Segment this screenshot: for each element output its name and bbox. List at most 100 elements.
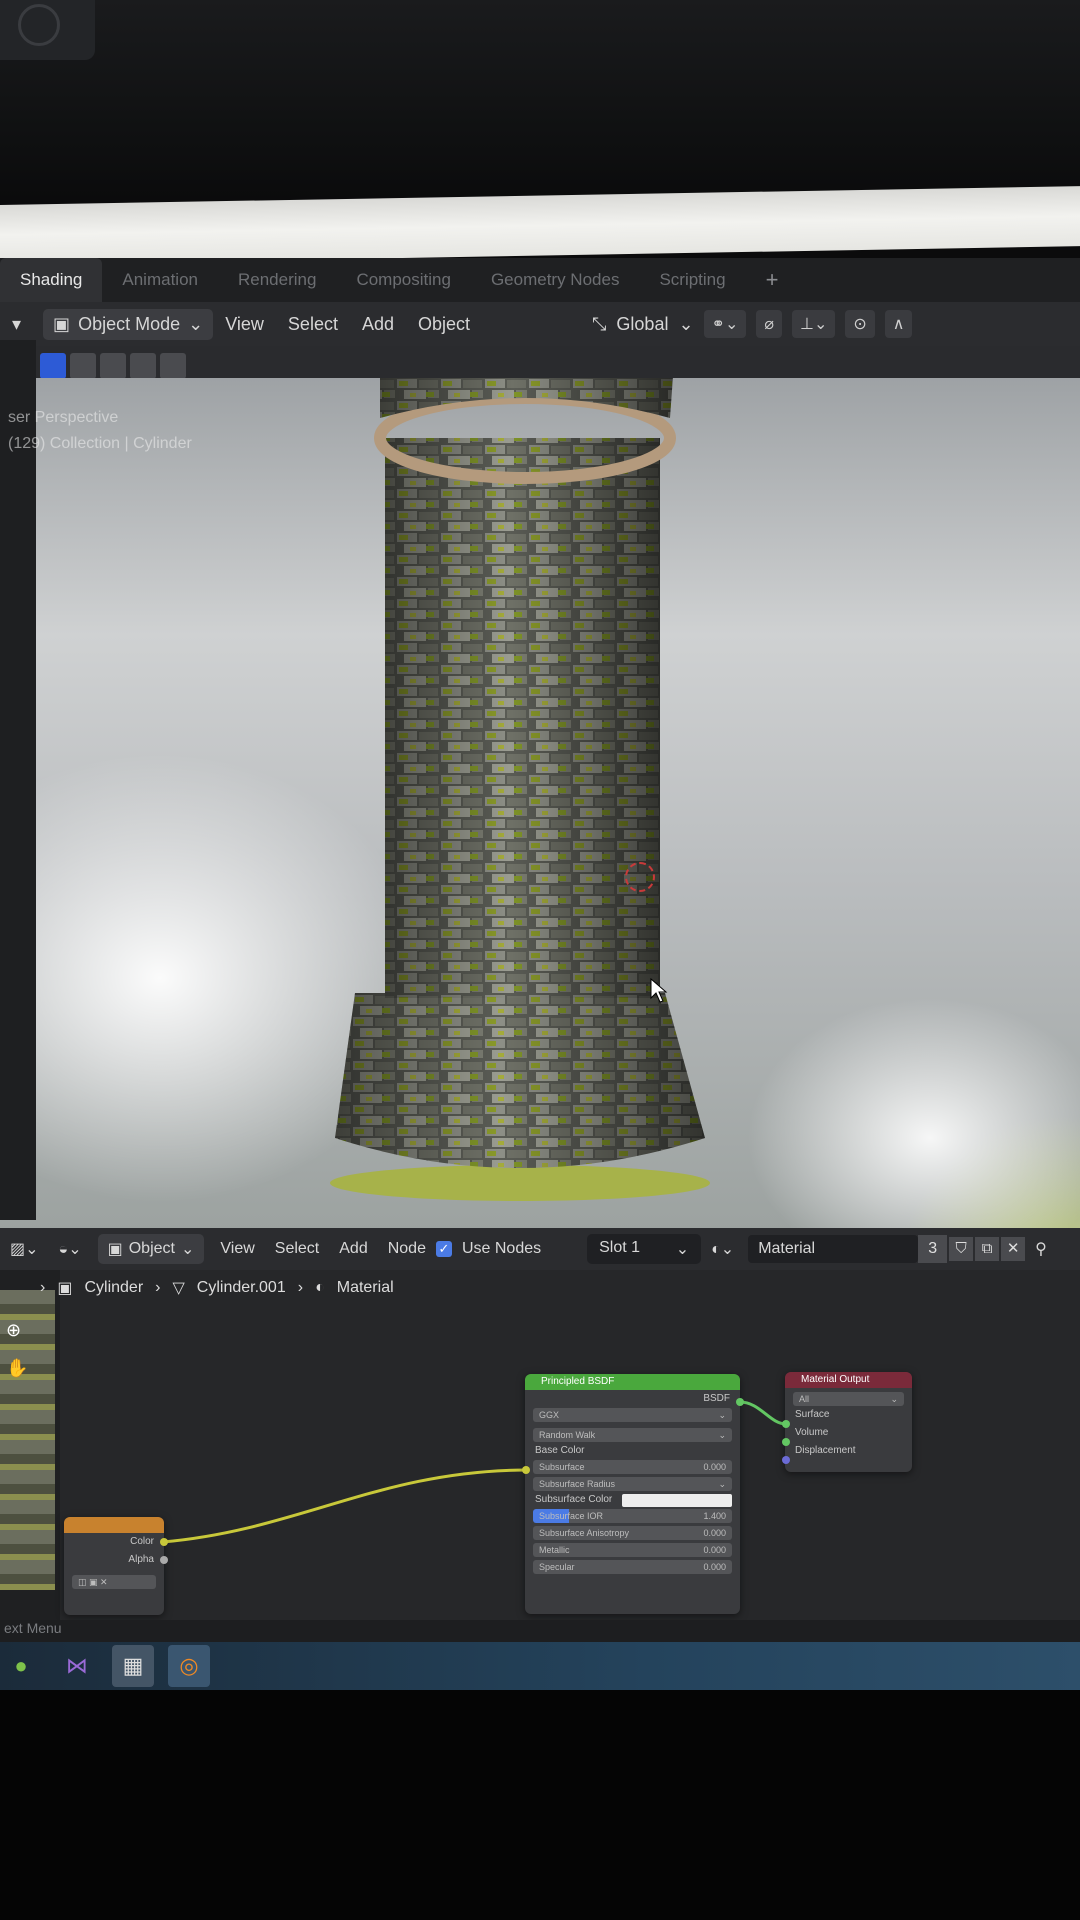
file-explorer-icon[interactable]: ▦	[112, 1645, 154, 1687]
object-mode-dropdown[interactable]: ▣ Object Mode ⌄	[43, 308, 214, 340]
object-shader-dropdown[interactable]: ▣ Object ⌄	[97, 1234, 205, 1264]
tab-rendering[interactable]: Rendering	[218, 258, 336, 302]
app-icon-green[interactable]: ●	[0, 1645, 42, 1687]
collection-info-text: (129) Collection | Cylinder	[8, 435, 192, 452]
menu-view[interactable]: View	[210, 1240, 264, 1258]
socket-volume-in[interactable]	[782, 1438, 790, 1446]
input-subsurface-ior[interactable]: Subsurface IOR 1.400	[533, 1509, 732, 1523]
3d-cursor-icon[interactable]	[625, 862, 655, 892]
input-base-color[interactable]: Base Color	[525, 1442, 740, 1460]
select-intersect-icon[interactable]	[160, 353, 186, 379]
menu-object[interactable]: Object	[406, 314, 482, 335]
socket-surface-in[interactable]	[782, 1420, 790, 1428]
duplicate-material-icon[interactable]: ⧉	[975, 1237, 1000, 1261]
socket-base-color-in[interactable]	[522, 1466, 530, 1474]
node-header	[64, 1517, 164, 1533]
socket-alpha-out[interactable]	[160, 1556, 168, 1564]
snap-target-icon[interactable]: ⊥⌄	[792, 310, 836, 338]
falloff-icon[interactable]: ∧	[884, 310, 913, 338]
tab-geometry-nodes[interactable]: Geometry Nodes	[471, 258, 640, 302]
input-subsurface-color[interactable]: Subsurface Color	[525, 1491, 740, 1509]
node-header: Principled BSDF	[525, 1374, 740, 1390]
view-name-text: ser Perspective	[8, 409, 119, 426]
3d-viewport[interactable]	[0, 378, 1080, 1233]
select-extend-icon[interactable]	[70, 353, 96, 379]
tower-model	[330, 378, 710, 1201]
tab-compositing[interactable]: Compositing	[336, 258, 471, 302]
input-subsurface[interactable]: Subsurface 0.000	[533, 1460, 732, 1474]
menu-add[interactable]: Add	[350, 314, 406, 335]
slot-label: Slot 1	[599, 1239, 641, 1256]
tab-animation[interactable]: Animation	[102, 258, 218, 302]
distribution-dropdown[interactable]: GGX ⌄	[533, 1408, 732, 1422]
material-users-count[interactable]: 3	[918, 1235, 948, 1263]
material-name-field[interactable]: Material	[748, 1235, 919, 1263]
editor-type-icon[interactable]: ▾	[0, 314, 33, 335]
monitor-button	[0, 0, 95, 60]
fake-user-icon[interactable]: ⛉	[949, 1237, 974, 1261]
status-text: ext Menu	[4, 1620, 62, 1636]
input-surface[interactable]: Surface	[785, 1406, 912, 1424]
editor-type-icon[interactable]: ▨⌄	[0, 1239, 49, 1259]
proportional-editing-icon[interactable]: ⊙	[845, 310, 875, 338]
menu-view[interactable]: View	[213, 314, 276, 335]
socket-displacement-in[interactable]	[782, 1456, 790, 1464]
image-datablock-field[interactable]: ◫ ▣ ✕	[72, 1575, 156, 1589]
viewport-info-text: ser Perspective (129) Collection | Cylin…	[8, 405, 192, 457]
pin-icon[interactable]: ⚲	[1025, 1239, 1057, 1259]
chevron-down-icon: ⌄	[675, 1241, 690, 1258]
output-color: Color	[130, 1536, 154, 1547]
use-nodes-checkbox[interactable]: ✓	[435, 1241, 452, 1257]
subsurface-method-dropdown[interactable]: Random Walk ⌄	[533, 1428, 732, 1442]
menu-node[interactable]: Node	[378, 1240, 436, 1258]
output-alpha: Alpha	[128, 1554, 154, 1565]
output-bsdf: BSDF	[703, 1393, 730, 1404]
select-subtract-icon[interactable]	[100, 353, 126, 379]
use-nodes-label: Use Nodes	[461, 1240, 542, 1257]
target-dropdown[interactable]: All ⌄	[793, 1392, 904, 1406]
chevron-down-icon: ⌄	[180, 1241, 195, 1258]
node-header: Material Output	[785, 1372, 912, 1388]
material-browse-icon[interactable]: ◐⌄	[701, 1239, 744, 1259]
pivot-point-icon[interactable]: ⚭⌄	[703, 310, 747, 338]
menu-select[interactable]: Select	[276, 314, 350, 335]
workspace-tabbar: Shading Animation Rendering Compositing …	[0, 258, 1080, 302]
mouse-pointer-icon	[650, 978, 668, 1003]
tab-scripting[interactable]: Scripting	[639, 258, 745, 302]
input-displacement[interactable]: Displacement	[785, 1442, 912, 1460]
principled-bsdf-node[interactable]: Principled BSDF BSDF GGX ⌄ Random Walk ⌄ B…	[525, 1374, 740, 1614]
object-mode-label: Object Mode	[78, 313, 181, 334]
blender-icon[interactable]: ◎	[168, 1645, 210, 1687]
link-color-to-base-color	[162, 1468, 529, 1544]
object-shader-label: Object	[128, 1240, 175, 1257]
status-bar: ext Menu	[0, 1620, 1080, 1642]
transform-orientation-icon: ⤡	[592, 313, 607, 334]
tab-shading[interactable]: Shading	[0, 258, 103, 302]
select-new-icon[interactable]	[40, 353, 66, 379]
select-invert-icon[interactable]	[130, 353, 156, 379]
image-texture-node[interactable]: Color Alpha ◫ ▣ ✕	[64, 1517, 164, 1615]
input-subsurface-anisotropy[interactable]: Subsurface Anisotropy 0.000	[533, 1526, 732, 1540]
add-workspace-button[interactable]: +	[746, 258, 799, 302]
menu-select[interactable]: Select	[265, 1240, 329, 1258]
link-bsdf-to-surface	[739, 1400, 787, 1426]
unlink-material-icon[interactable]: ✕	[1001, 1237, 1026, 1261]
input-subsurface-radius[interactable]: Subsurface Radius ⌄	[533, 1477, 732, 1491]
socket-color-out[interactable]	[160, 1538, 168, 1546]
toolbar-panel	[0, 340, 36, 1220]
material-output-node[interactable]: Material Output All ⌄ Surface Volume Disp…	[785, 1372, 912, 1472]
shader-type-icon[interactable]: ◒⌄	[49, 1239, 92, 1259]
object-mode-icon: ▣	[53, 313, 71, 334]
socket-bsdf-out[interactable]	[736, 1398, 744, 1406]
slot-dropdown[interactable]: Slot 1 ⌄	[587, 1234, 702, 1264]
menu-add[interactable]: Add	[329, 1240, 377, 1258]
input-volume[interactable]: Volume	[785, 1424, 912, 1442]
monitor-bottom-bezel	[0, 1690, 1080, 1920]
viewport-header: ▾ ▣ Object Mode ⌄ View Select Add Object…	[0, 302, 1080, 346]
visual-studio-icon[interactable]: ⋈	[56, 1645, 98, 1687]
input-specular[interactable]: Specular 0.000	[533, 1560, 732, 1574]
input-metallic[interactable]: Metallic 0.000	[533, 1543, 732, 1557]
chevron-down-icon: ⌄	[188, 313, 204, 334]
snap-icon[interactable]: ⌀	[756, 310, 782, 338]
transform-orientation-dropdown[interactable]: Global	[616, 314, 668, 335]
